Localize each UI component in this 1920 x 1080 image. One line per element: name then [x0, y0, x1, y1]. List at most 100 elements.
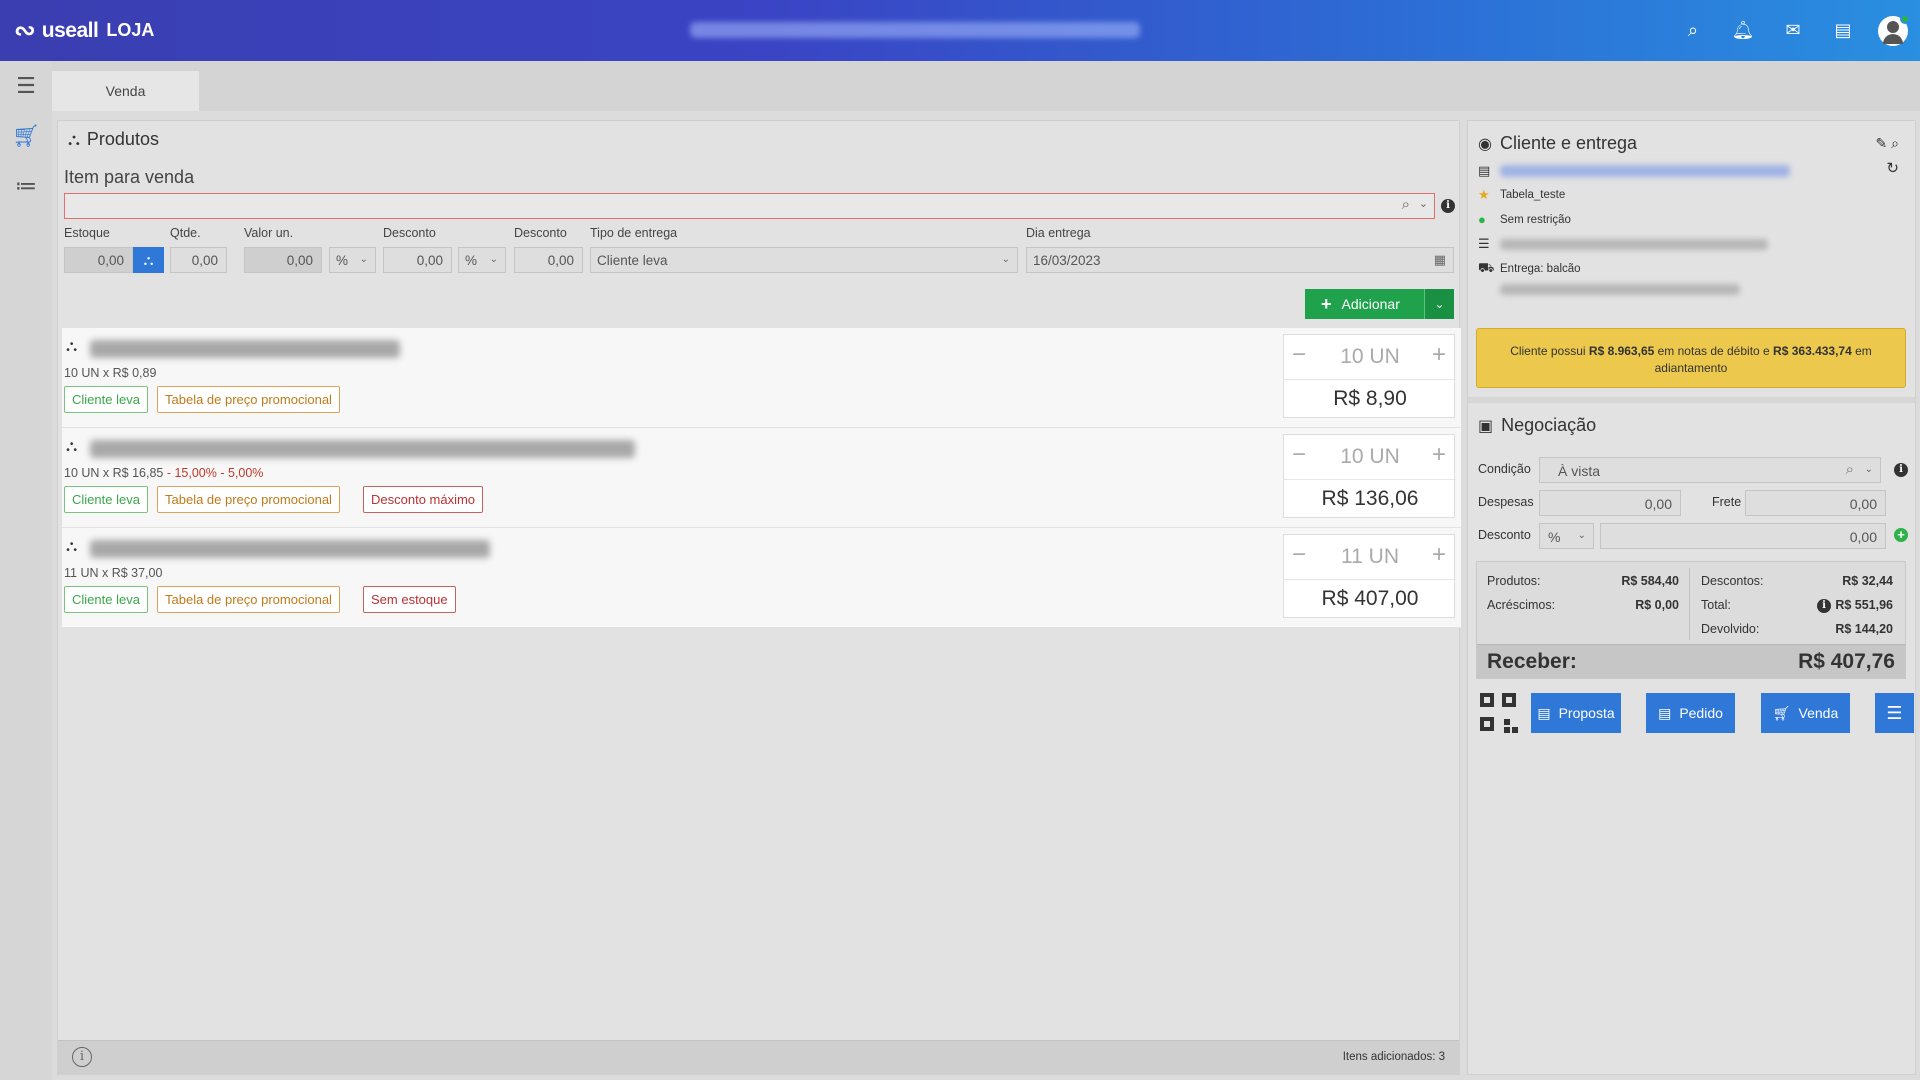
info-icon[interactable]: i — [1817, 599, 1831, 613]
receber-label: Receber: — [1487, 650, 1577, 673]
info-icon[interactable]: i — [1894, 463, 1908, 477]
item-meta: 10 UN x R$ 16,85 - 15,00% - 5,00% — [64, 466, 263, 480]
avatar[interactable] — [1878, 13, 1910, 46]
menu-icon[interactable]: ☰ — [0, 61, 52, 111]
receber-value: R$ 407,76 — [1798, 650, 1895, 673]
item-search-input[interactable]: ⌕ ⌄ — [64, 193, 1435, 219]
dia-entrega-field[interactable]: 16/03/2023 ▦ — [1026, 247, 1454, 273]
brand-name: useall — [41, 18, 99, 42]
qr-code-icon[interactable] — [1480, 693, 1518, 733]
tag-tabela-promocional: Tabela de preço promocional — [157, 486, 340, 513]
desconto1-type-value: % — [336, 253, 349, 268]
add-button[interactable]: + Adicionar — [1305, 289, 1424, 319]
tab-venda[interactable]: Venda — [52, 71, 199, 111]
acrescimos-value: R$ 0,00 — [1635, 598, 1679, 612]
info-icon[interactable]: i — [72, 1047, 92, 1067]
search-icon[interactable]: ⌕ — [1668, 20, 1718, 41]
chevron-down-icon: ⌄ — [359, 254, 368, 265]
more-actions-button[interactable]: ☰ — [1875, 693, 1914, 733]
qty-price-box: − 10 UN + R$ 136,06 — [1283, 434, 1456, 518]
cubes-icon: ⛬ — [66, 538, 78, 555]
descontos-label: Descontos: — [1701, 574, 1764, 588]
refresh-icon[interactable]: ↻ — [1886, 159, 1899, 177]
descontos-value: R$ 32,44 — [1842, 574, 1893, 588]
section-divider — [1468, 397, 1917, 403]
mail-icon[interactable]: ✉ — [1768, 20, 1818, 41]
desconto1-type-select[interactable]: % ⌄ — [329, 247, 376, 273]
item-meta-text: 10 UN x R$ 0,89 — [64, 366, 157, 380]
condicao-select[interactable]: À vista ⌕ ⌄ — [1539, 457, 1881, 483]
qty-value[interactable]: 10 UN — [1284, 445, 1456, 469]
frete-field[interactable]: 0,00 — [1745, 490, 1886, 516]
qtde-label: Qtde. — [170, 226, 201, 240]
info-icon[interactable]: i — [1441, 199, 1455, 213]
stock-lookup-button[interactable]: ⛬ — [133, 247, 164, 273]
search-icon[interactable]: ⌕ — [1402, 196, 1410, 213]
qty-price-box: − 11 UN + R$ 407,00 — [1283, 534, 1456, 618]
side-rail: ☰ 🛒︎ ≔ — [0, 61, 52, 1080]
add-discount-icon[interactable]: + — [1894, 528, 1908, 542]
desconto1-label: Desconto — [383, 226, 436, 240]
proposta-label: Proposta — [1558, 705, 1615, 721]
company-title-blurred — [690, 22, 1140, 38]
desconto-type-select[interactable]: % ⌄ — [1539, 523, 1594, 549]
client-name-blurred[interactable] — [1500, 165, 1790, 177]
client-title-text: Cliente e entrega — [1499, 133, 1638, 153]
item-total: R$ 8,90 — [1333, 387, 1407, 410]
receber-bar: Receber: R$ 407,76 — [1477, 644, 1905, 678]
entrega-label: Tipo de entrega — [590, 226, 678, 240]
product-name-blurred — [90, 540, 490, 558]
chat-icon[interactable]: ▤ — [1818, 20, 1868, 41]
edit-icon[interactable]: ✎ — [1876, 135, 1888, 151]
calendar-icon[interactable]: ▦ — [1434, 252, 1446, 268]
valor-field[interactable]: 0,00 — [244, 247, 322, 273]
app-logo[interactable]: ∾ useall LOJA — [14, 15, 154, 46]
desconto-label: Desconto — [1478, 528, 1531, 542]
chevron-down-icon[interactable]: ⌄ — [1419, 197, 1428, 210]
plus-button[interactable]: + — [1432, 341, 1446, 369]
top-bar: ∾ useall LOJA ⌕ 🔔︎ ✉ ▤ — [0, 0, 1920, 61]
list-icon[interactable]: ≔ — [0, 161, 52, 211]
list-item[interactable]: ⛬ 10 UN x R$ 0,89 Cliente leva Tabela de… — [62, 328, 1461, 428]
pedido-button[interactable]: ▤ Pedido — [1646, 693, 1735, 733]
price-table-line: ★ Tabela_teste — [1478, 187, 1565, 203]
menu-icon: ☰ — [1886, 702, 1903, 723]
add-options-button[interactable]: ⌄ — [1424, 289, 1454, 319]
desconto2-label: Desconto — [514, 226, 567, 240]
negotiation-title-text: Negociação — [1501, 415, 1597, 435]
entrega-select[interactable]: Cliente leva ⌄ — [590, 247, 1018, 273]
qty-value[interactable]: 10 UN — [1284, 345, 1456, 369]
search-icon[interactable]: ⌕ — [1891, 135, 1899, 151]
cart-icon[interactable]: 🛒︎ — [0, 111, 52, 161]
desconto2-field[interactable]: 0,00 — [514, 247, 583, 273]
tab-bar: Venda — [52, 61, 1920, 111]
item-meta: 11 UN x R$ 37,00 — [64, 566, 162, 580]
client-negotiation-panel: ◉ Cliente e entrega ✎ ⌕ ↻ ▤ ★ Tabela_tes… — [1467, 120, 1917, 1075]
despesas-field[interactable]: 0,00 — [1539, 490, 1681, 516]
desconto2-type-select[interactable]: % ⌄ — [458, 247, 506, 273]
total-label: Total: — [1701, 598, 1731, 612]
bell-icon[interactable]: 🔔︎ — [1718, 20, 1768, 41]
qtde-field[interactable]: 0,00 — [170, 247, 227, 273]
tag-cliente-leva: Cliente leva — [64, 386, 148, 413]
dia-entrega-label: Dia entrega — [1026, 226, 1091, 240]
venda-button[interactable]: 🛒︎ Venda — [1761, 693, 1850, 733]
valor-label: Valor un. — [244, 226, 294, 240]
desconto-field[interactable]: 0,00 — [1600, 523, 1886, 549]
desconto1-field[interactable]: 0,00 — [383, 247, 452, 273]
list-item[interactable]: ⛬ 11 UN x R$ 37,00 Cliente leva Tabela d… — [62, 528, 1461, 628]
plus-button[interactable]: + — [1432, 441, 1446, 469]
tag-tabela-promocional: Tabela de preço promocional — [157, 586, 340, 613]
proposta-button[interactable]: ▤ Proposta — [1531, 693, 1621, 733]
condicao-value: À vista — [1558, 463, 1601, 479]
list-item[interactable]: ⛬ 10 UN x R$ 16,85 - 15,00% - 5,00% Clie… — [62, 428, 1461, 528]
search-icon[interactable]: ⌕ — [1846, 461, 1854, 478]
address-line: ☰ — [1478, 236, 1768, 252]
frete-label: Frete — [1712, 495, 1742, 509]
plus-button[interactable]: + — [1432, 541, 1446, 569]
qty-value[interactable]: 11 UN — [1284, 545, 1456, 569]
cubes-icon: ⛬ — [66, 438, 78, 455]
devolvido-label: Devolvido: — [1701, 622, 1760, 636]
notice-adiantamento-value: R$ 363.433,74 — [1773, 344, 1852, 358]
item-meta-text: 10 UN x R$ 16,85 — [64, 466, 164, 480]
